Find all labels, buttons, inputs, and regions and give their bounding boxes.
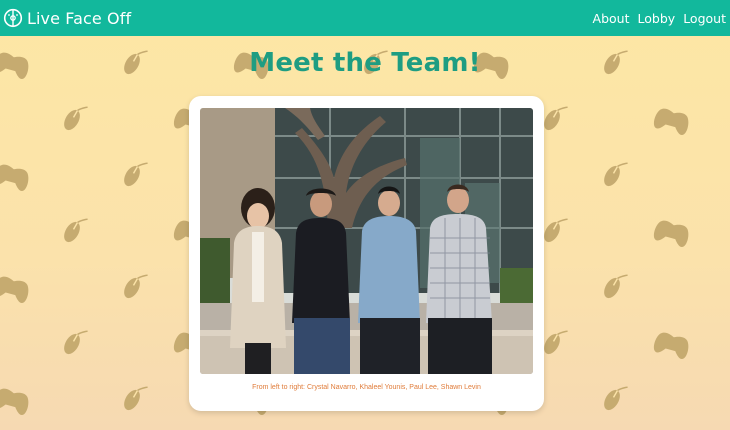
mouse-icon — [60, 99, 89, 134]
gamepad-icon — [652, 106, 691, 137]
mouse-icon — [120, 155, 149, 190]
photo-caption: From left to right: Crystal Navarro, Kha… — [252, 384, 481, 391]
gamepad-icon — [0, 274, 31, 305]
mouse-icon — [600, 379, 629, 414]
face-off-logo-icon — [2, 7, 24, 29]
nav-link-logout[interactable]: Logout — [683, 11, 726, 26]
team-photo — [200, 108, 533, 374]
page-title: Meet the Team! — [249, 48, 481, 78]
top-navbar: Live Face Off About Lobby Logout — [0, 0, 730, 36]
mouse-icon — [600, 155, 629, 190]
mouse-icon — [600, 267, 629, 302]
mouse-icon — [120, 267, 149, 302]
gamepad-icon — [0, 162, 31, 193]
gamepad-icon — [652, 330, 691, 361]
mouse-icon — [540, 323, 569, 358]
mouse-icon — [60, 323, 89, 358]
gamepad-icon — [0, 386, 31, 417]
nav-links: About Lobby Logout — [593, 11, 726, 26]
team-card: From left to right: Crystal Navarro, Kha… — [189, 96, 544, 411]
mouse-icon — [60, 211, 89, 246]
brand-name: Live Face Off — [27, 8, 132, 28]
mouse-icon — [540, 211, 569, 246]
nav-link-lobby[interactable]: Lobby — [638, 11, 676, 26]
nav-link-about[interactable]: About — [593, 11, 630, 26]
mouse-icon — [120, 379, 149, 414]
mouse-icon — [540, 99, 569, 134]
gamepad-icon — [652, 218, 691, 249]
brand-home-link[interactable]: Live Face Off — [2, 7, 131, 29]
